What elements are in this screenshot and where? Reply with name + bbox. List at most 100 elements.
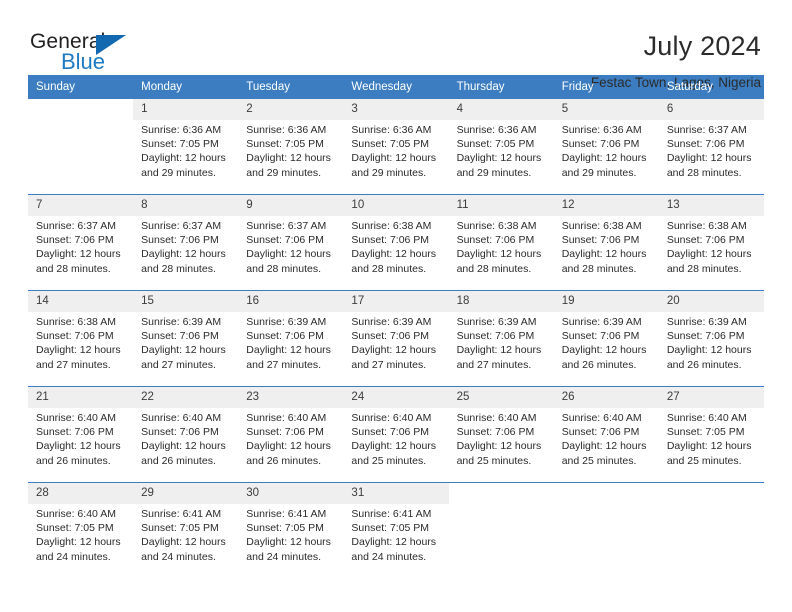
day-number: 13: [658, 195, 764, 216]
day-number: 2: [238, 99, 344, 120]
day-number: [448, 483, 554, 504]
day-number: 25: [448, 387, 554, 408]
calendar-day-cell-empty: [553, 482, 659, 578]
daylight-text-line1: Daylight: 12 hours: [666, 440, 752, 453]
daylight-text-line2: and 28 minutes.: [666, 262, 742, 275]
calendar-day-cell[interactable]: 27 Sunrise: 6:40 AM Sunset: 7:05 PM Dayligh…: [658, 386, 764, 483]
sunset-text: Sunset: 7:06 PM: [351, 426, 430, 439]
calendar-day-cell[interactable]: 9 Sunrise: 6:37 AM Sunset: 7:06 PM Daylight…: [238, 194, 344, 291]
calendar-day-cell[interactable]: 22 Sunrise: 6:40 AM Sunset: 7:06 PM Dayligh…: [133, 386, 239, 483]
daylight-text-line2: and 24 minutes.: [246, 550, 321, 563]
calendar-day-cell[interactable]: 17 Sunrise: 6:39 AM Sunset: 7:06 PM Dayligh…: [343, 290, 449, 387]
sunrise-text: Sunrise: 6:36 AM: [456, 124, 537, 136]
calendar-table: Sunday Monday Tuesday Wednesday Thursday Frid…: [28, 75, 764, 578]
day-number: 22: [133, 387, 239, 408]
brand-name-blue: Blue: [61, 49, 106, 74]
day-details: Sunrise: 6:37 AM Sunset: 7:06 PM Daylight:…: [238, 216, 343, 290]
day-number: 27: [658, 387, 764, 408]
sunset-text: Sunset: 7:05 PM: [351, 522, 430, 535]
day-details: Sunrise: 6:39 AM Sunset: 7:06 PM Daylight:…: [133, 312, 238, 386]
daylight-text-line2: and 28 minutes.: [666, 166, 742, 179]
calendar-day-cell[interactable]: 20 Sunrise: 6:39 AM Sunset: 7:06 PM Dayligh…: [658, 290, 764, 387]
daylight-text-line2: and 26 minutes.: [246, 454, 321, 467]
calendar-day-cell[interactable]: 30 Sunrise: 6:41 AM Sunset: 7:05 PM Dayligh…: [238, 482, 344, 578]
sunset-text: Sunset: 7:06 PM: [666, 234, 745, 247]
sunset-text: Sunset: 7:06 PM: [456, 426, 535, 439]
sunset-text: Sunset: 7:06 PM: [246, 234, 324, 247]
day-details: Sunrise: 6:40 AM Sunset: 7:06 PM Daylight:…: [449, 408, 554, 482]
calendar-day-cell-empty: [28, 99, 134, 195]
calendar-day-cell[interactable]: 24 Sunrise: 6:40 AM Sunset: 7:06 PM Dayligh…: [343, 386, 449, 483]
calendar-day-cell[interactable]: 8 Sunrise: 6:37 AM Sunset: 7:06 PM Daylight…: [133, 194, 239, 291]
day-number: 11: [448, 195, 554, 216]
daylight-text-line1: Daylight: 12 hours: [561, 440, 647, 453]
calendar-day-cell[interactable]: 4 Sunrise: 6:36 AM Sunset: 7:05 PM Daylight…: [448, 99, 554, 195]
day-number: 17: [343, 291, 449, 312]
page-header: General Blue July 2024 Festac Town, Lago…: [28, 0, 764, 90]
calendar-day-cell[interactable]: 29 Sunrise: 6:41 AM Sunset: 7:05 PM Dayligh…: [133, 482, 239, 578]
calendar-day-cell[interactable]: 6 Sunrise: 6:37 AM Sunset: 7:06 PM Daylight…: [658, 99, 764, 195]
sunrise-text: Sunrise: 6:40 AM: [561, 412, 642, 424]
calendar-day-cell[interactable]: 14 Sunrise: 6:38 AM Sunset: 7:06 PM Dayligh…: [28, 290, 134, 387]
calendar-day-cell[interactable]: 19 Sunrise: 6:39 AM Sunset: 7:06 PM Dayligh…: [553, 290, 659, 387]
daylight-text-line1: Daylight: 12 hours: [36, 248, 121, 261]
calendar-day-cell[interactable]: 10 Sunrise: 6:38 AM Sunset: 7:06 PM Dayligh…: [343, 194, 449, 291]
daylight-text-line2: and 26 minutes.: [666, 358, 742, 371]
day-number: 12: [553, 195, 659, 216]
calendar-day-cell[interactable]: 21 Sunrise: 6:40 AM Sunset: 7:06 PM Dayligh…: [28, 386, 134, 483]
day-details: Sunrise: 6:39 AM Sunset: 7:06 PM Daylight:…: [659, 312, 764, 386]
calendar-day-cell[interactable]: 28 Sunrise: 6:40 AM Sunset: 7:05 PM Dayligh…: [28, 482, 134, 578]
day-details: Sunrise: 6:39 AM Sunset: 7:06 PM Daylight:…: [554, 312, 659, 386]
calendar-day-cell[interactable]: 2 Sunrise: 6:36 AM Sunset: 7:05 PM Daylight…: [238, 99, 344, 195]
calendar-day-cell[interactable]: 25 Sunrise: 6:40 AM Sunset: 7:06 PM Dayligh…: [448, 386, 554, 483]
calendar-day-cell[interactable]: 7 Sunrise: 6:37 AM Sunset: 7:06 PM Daylight…: [28, 194, 134, 291]
day-details: Sunrise: 6:36 AM Sunset: 7:05 PM Daylight:…: [343, 120, 448, 194]
calendar-week-row: 28 Sunrise: 6:40 AM Sunset: 7:05 PM Dayligh…: [28, 482, 764, 578]
daylight-text-line1: Daylight: 12 hours: [141, 440, 226, 453]
sunset-text: Sunset: 7:05 PM: [246, 522, 324, 535]
calendar-day-cell[interactable]: 5 Sunrise: 6:36 AM Sunset: 7:06 PM Daylight…: [553, 99, 659, 195]
day-details: Sunrise: 6:37 AM Sunset: 7:06 PM Daylight:…: [133, 216, 238, 290]
sunrise-text: Sunrise: 6:40 AM: [36, 508, 116, 520]
calendar-day-cell[interactable]: 1 Sunrise: 6:36 AM Sunset: 7:05 PM Daylight…: [133, 99, 239, 195]
daylight-text-line2: and 29 minutes.: [246, 166, 321, 179]
daylight-text-line1: Daylight: 12 hours: [456, 248, 542, 261]
sunset-text: Sunset: 7:06 PM: [561, 330, 640, 343]
calendar-day-cell[interactable]: 11 Sunrise: 6:38 AM Sunset: 7:06 PM Dayligh…: [448, 194, 554, 291]
calendar-day-cell[interactable]: 15 Sunrise: 6:39 AM Sunset: 7:06 PM Dayligh…: [133, 290, 239, 387]
daylight-text-line2: and 24 minutes.: [141, 550, 216, 563]
daylight-text-line1: Daylight: 12 hours: [351, 344, 437, 357]
calendar-day-cell[interactable]: 31 Sunrise: 6:41 AM Sunset: 7:05 PM Dayligh…: [343, 482, 449, 578]
calendar-day-cell[interactable]: 3 Sunrise: 6:36 AM Sunset: 7:05 PM Daylight…: [343, 99, 449, 195]
calendar-day-cell[interactable]: 18 Sunrise: 6:39 AM Sunset: 7:06 PM Dayligh…: [448, 290, 554, 387]
day-number: 1: [133, 99, 239, 120]
calendar-week-row: 21 Sunrise: 6:40 AM Sunset: 7:06 PM Dayligh…: [28, 386, 764, 483]
sunrise-text: Sunrise: 6:41 AM: [246, 508, 327, 520]
day-number: 3: [343, 99, 449, 120]
calendar-day-cell[interactable]: 13 Sunrise: 6:38 AM Sunset: 7:06 PM Dayligh…: [658, 194, 764, 291]
daylight-text-line2: and 25 minutes.: [561, 454, 637, 467]
day-details: Sunrise: 6:38 AM Sunset: 7:06 PM Daylight:…: [554, 216, 659, 290]
calendar-week-row: 14 Sunrise: 6:38 AM Sunset: 7:06 PM Dayligh…: [28, 290, 764, 387]
day-details: [554, 504, 659, 578]
sunset-text: Sunset: 7:06 PM: [36, 330, 114, 343]
daylight-text-line1: Daylight: 12 hours: [666, 248, 752, 261]
daylight-text-line2: and 26 minutes.: [141, 454, 216, 467]
calendar-day-cell[interactable]: 12 Sunrise: 6:38 AM Sunset: 7:06 PM Dayligh…: [553, 194, 659, 291]
brand-logo[interactable]: General Blue: [28, 30, 138, 76]
calendar-day-cell[interactable]: 23 Sunrise: 6:40 AM Sunset: 7:06 PM Dayligh…: [238, 386, 344, 483]
daylight-text-line1: Daylight: 12 hours: [246, 344, 331, 357]
day-details: Sunrise: 6:41 AM Sunset: 7:05 PM Daylight:…: [343, 504, 448, 578]
day-number: 31: [343, 483, 449, 504]
calendar-day-cell[interactable]: 16 Sunrise: 6:39 AM Sunset: 7:06 PM Dayligh…: [238, 290, 344, 387]
day-number: 15: [133, 291, 239, 312]
calendar-day-cell[interactable]: 26 Sunrise: 6:40 AM Sunset: 7:06 PM Dayligh…: [553, 386, 659, 483]
sunrise-text: Sunrise: 6:40 AM: [141, 412, 222, 424]
daylight-text-line1: Daylight: 12 hours: [141, 536, 226, 549]
daylight-text-line1: Daylight: 12 hours: [246, 152, 331, 165]
sunset-text: Sunset: 7:06 PM: [456, 234, 535, 247]
day-details: Sunrise: 6:40 AM Sunset: 7:06 PM Daylight:…: [343, 408, 448, 482]
calendar-page: General Blue July 2024 Festac Town, Lago…: [0, 0, 792, 612]
day-details: Sunrise: 6:39 AM Sunset: 7:06 PM Daylight:…: [449, 312, 554, 386]
daylight-text-line1: Daylight: 12 hours: [141, 152, 226, 165]
